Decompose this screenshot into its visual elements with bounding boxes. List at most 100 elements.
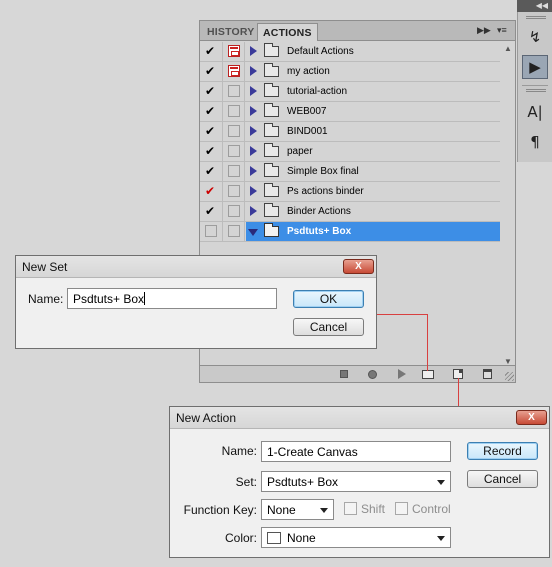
- toggle-dialog-cell[interactable]: [223, 222, 245, 241]
- actions-scrollbar[interactable]: ▲ ▼: [501, 42, 515, 366]
- toggle-dialog-cell[interactable]: [223, 62, 245, 81]
- action-set-row[interactable]: ✔ Binder Actions: [200, 202, 500, 222]
- record-button[interactable]: Record: [467, 442, 538, 460]
- toggle-item-cell[interactable]: [200, 222, 223, 241]
- character-icon[interactable]: A|: [522, 100, 548, 124]
- dialog-toggle-icon[interactable]: [228, 45, 240, 57]
- close-button[interactable]: X: [516, 410, 547, 425]
- toggle-item-cell[interactable]: ✔: [200, 122, 223, 141]
- checkmark-icon[interactable]: ✔: [205, 144, 215, 158]
- cancel-button[interactable]: Cancel: [293, 318, 364, 336]
- action-set-row[interactable]: ✔ paper: [200, 142, 500, 162]
- cancel-button[interactable]: Cancel: [467, 470, 538, 488]
- dialog-toggle-box[interactable]: [228, 185, 240, 197]
- action-set-row[interactable]: ✔ tutorial-action: [200, 82, 500, 102]
- dialog-toggle-box[interactable]: [228, 125, 240, 137]
- action-set-row[interactable]: Psdtuts+ Box: [200, 222, 500, 242]
- expand-arrow-icon[interactable]: [250, 46, 257, 56]
- set-label: Set:: [235, 475, 257, 489]
- expand-arrow-icon[interactable]: [250, 166, 257, 176]
- toggle-dialog-cell[interactable]: [223, 82, 245, 101]
- set-name-input[interactable]: Psdtuts+ Box: [67, 288, 277, 309]
- dialog-toggle-box[interactable]: [228, 105, 240, 117]
- action-set-row[interactable]: ✔ my action: [200, 62, 500, 82]
- checkmark-icon[interactable]: ✔: [205, 64, 215, 78]
- toggle-dialog-cell[interactable]: [223, 42, 245, 61]
- toggle-item-cell[interactable]: ✔: [200, 102, 223, 121]
- checkmark-icon[interactable]: ✔: [205, 204, 215, 218]
- dialog-toggle-box[interactable]: [228, 205, 240, 217]
- resize-grip[interactable]: [505, 372, 514, 381]
- action-set-row[interactable]: ✔ BIND001: [200, 122, 500, 142]
- expand-arrow-icon[interactable]: [250, 106, 257, 116]
- paragraph-icon[interactable]: ¶: [522, 130, 548, 154]
- expand-arrow-icon[interactable]: [250, 86, 257, 96]
- toggle-item-cell[interactable]: ✔: [200, 62, 223, 81]
- dialog-toggle-box[interactable]: [228, 225, 240, 237]
- dock-grip[interactable]: [526, 89, 546, 92]
- actions-play-icon[interactable]: ▶: [522, 55, 548, 79]
- toggle-dialog-cell[interactable]: [223, 122, 245, 141]
- toggle-dialog-cell[interactable]: [223, 102, 245, 121]
- history-brush-icon[interactable]: ↯: [522, 25, 548, 49]
- checkmark-icon[interactable]: ✔: [205, 44, 215, 58]
- ok-button[interactable]: OK: [293, 290, 364, 308]
- toggle-item-cell[interactable]: ✔: [200, 162, 223, 181]
- checkmark-icon[interactable]: ✔: [205, 124, 215, 138]
- dialog-toggle-box[interactable]: [228, 165, 240, 177]
- record-icon[interactable]: [365, 368, 379, 380]
- toggle-dialog-cell[interactable]: [223, 142, 245, 161]
- scroll-up-icon[interactable]: ▲: [504, 44, 512, 53]
- toggle-item-cell[interactable]: ✔: [200, 142, 223, 161]
- dock-grip[interactable]: [526, 16, 546, 19]
- close-button[interactable]: X: [343, 259, 374, 274]
- toggle-item-cell[interactable]: ✔: [200, 182, 223, 201]
- action-set-row[interactable]: ✔ Default Actions: [200, 42, 500, 62]
- play-icon[interactable]: [395, 368, 409, 380]
- expand-arrow-icon[interactable]: [250, 126, 257, 136]
- toggle-item-cell[interactable]: ✔: [200, 82, 223, 101]
- expand-arrow-icon[interactable]: [250, 146, 257, 156]
- expand-arrow-icon[interactable]: [250, 206, 257, 216]
- toggle-item-box[interactable]: [205, 225, 217, 237]
- control-checkbox[interactable]: [395, 502, 408, 515]
- toggle-dialog-cell[interactable]: [223, 202, 245, 221]
- tab-actions[interactable]: ACTIONS: [257, 23, 318, 41]
- dock-header: ◀◀: [517, 0, 552, 12]
- shift-checkbox[interactable]: [344, 502, 357, 515]
- dialog-toggle-box[interactable]: [228, 85, 240, 97]
- expand-open-icon[interactable]: [248, 229, 258, 236]
- delete-icon[interactable]: [480, 368, 494, 380]
- new-set-icon[interactable]: [421, 368, 435, 380]
- stop-icon[interactable]: [337, 368, 351, 380]
- expand-arrow-icon[interactable]: [250, 66, 257, 76]
- folder-icon: [264, 123, 279, 137]
- toggle-dialog-cell[interactable]: [223, 162, 245, 181]
- function-key-select[interactable]: None: [261, 499, 334, 520]
- collapse-arrows-icon[interactable]: ◀◀: [536, 1, 548, 10]
- checkmark-icon[interactable]: ✔: [205, 84, 215, 98]
- tab-history[interactable]: HISTORY: [202, 23, 260, 41]
- action-set-row[interactable]: ✔ Ps actions binder: [200, 182, 500, 202]
- dialog-titlebar: New Action X: [170, 407, 549, 429]
- dialog-toggle-box[interactable]: [228, 145, 240, 157]
- set-select[interactable]: Psdtuts+ Box: [261, 471, 451, 492]
- action-name-input[interactable]: 1-Create Canvas: [261, 441, 451, 462]
- action-set-row[interactable]: ✔ WEB007: [200, 102, 500, 122]
- expand-arrow-icon[interactable]: [250, 186, 257, 196]
- toggle-dialog-cell[interactable]: [223, 182, 245, 201]
- toggle-item-cell[interactable]: ✔: [200, 42, 223, 61]
- checkmark-icon[interactable]: ✔: [205, 184, 215, 198]
- action-set-name: Simple Box final: [287, 166, 359, 177]
- collapse-icon[interactable]: ▶▶: [477, 25, 491, 36]
- checkmark-icon[interactable]: ✔: [205, 104, 215, 118]
- dialog-toggle-icon[interactable]: [228, 65, 240, 77]
- folder-icon: [264, 183, 279, 197]
- checkmark-icon[interactable]: ✔: [205, 164, 215, 178]
- panel-menu-icon[interactable]: ▾≡: [497, 25, 507, 36]
- toggle-item-cell[interactable]: ✔: [200, 202, 223, 221]
- action-set-row[interactable]: ✔ Simple Box final: [200, 162, 500, 182]
- color-select[interactable]: None: [261, 527, 451, 548]
- action-set-name: WEB007: [287, 106, 327, 117]
- new-action-dialog: New Action X Name: 1-Create Canvas Set: …: [169, 406, 550, 558]
